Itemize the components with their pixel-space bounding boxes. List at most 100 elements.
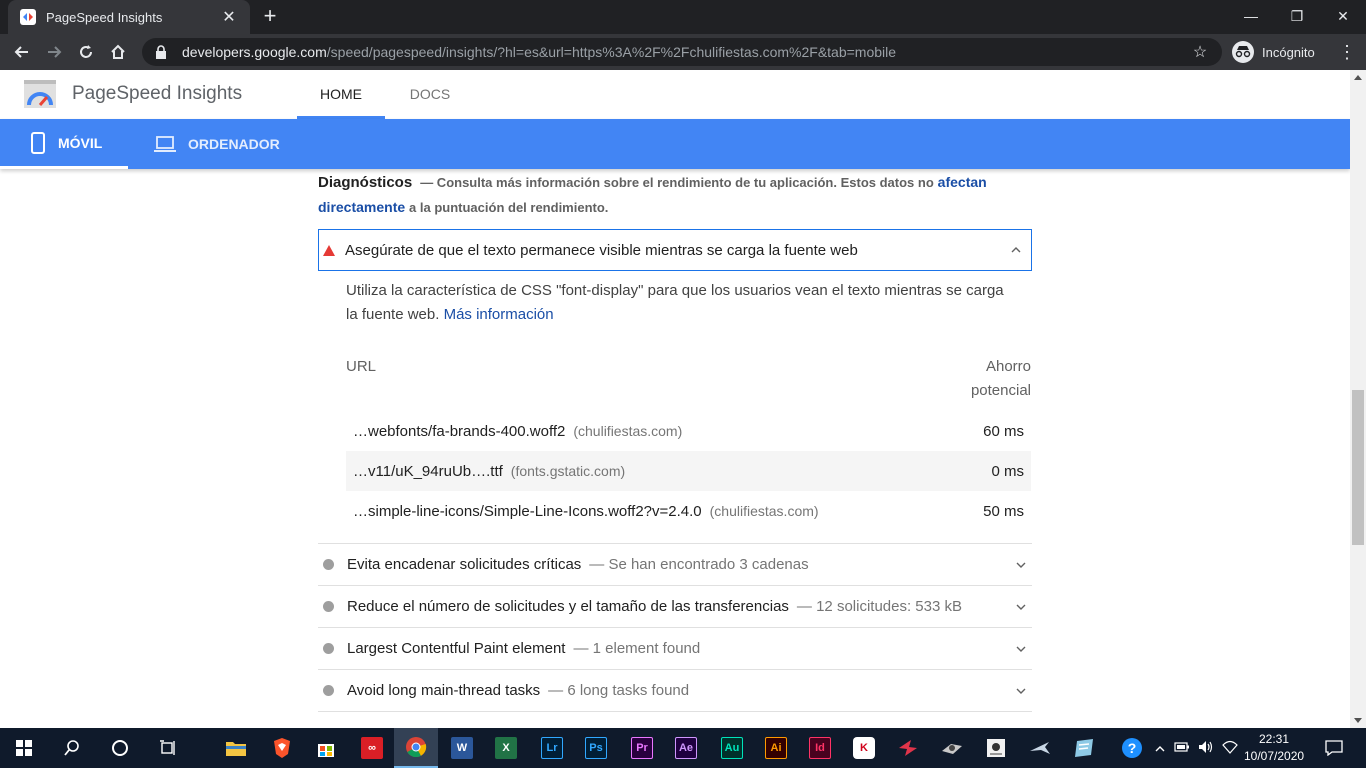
- address-bar[interactable]: developers.google.com/speed/pagespeed/in…: [142, 38, 1222, 66]
- lightroom-icon[interactable]: Lr: [530, 728, 574, 768]
- row-savings: 50 ms: [983, 502, 1024, 520]
- table-row: …v11/uK_94ruUb….ttf (fonts.gstatic.com) 0…: [346, 451, 1031, 491]
- volume-icon[interactable]: [1194, 740, 1218, 757]
- help-icon[interactable]: ?: [1110, 728, 1154, 768]
- back-icon[interactable]: [8, 38, 36, 66]
- scroll-down-icon[interactable]: [1354, 718, 1362, 723]
- premiere-icon[interactable]: Pr: [620, 728, 664, 768]
- audit-description: Utiliza la característica de CSS "font-d…: [346, 282, 1004, 323]
- chevron-down-icon[interactable]: [1016, 688, 1026, 694]
- audit-item-critical-chains[interactable]: Evita encadenar solicitudes críticas — S…: [318, 544, 1032, 586]
- row-host: (chulifiestas.com): [709, 502, 819, 519]
- chrome-icon[interactable]: [394, 728, 438, 768]
- psi-header: PageSpeed Insights HOME DOCS: [0, 70, 1350, 119]
- close-window-icon[interactable]: ✕: [1320, 0, 1366, 32]
- new-tab-icon[interactable]: +: [258, 4, 282, 28]
- system-clock[interactable]: 22:31 10/07/2020: [1244, 731, 1304, 765]
- row-savings: 60 ms: [983, 422, 1024, 440]
- tab-mobile[interactable]: MÓVIL: [0, 119, 128, 169]
- notifications-icon[interactable]: [1312, 728, 1356, 768]
- audit-item-lcp-element[interactable]: Largest Contentful Paint element — 1 ele…: [318, 628, 1032, 670]
- battery-icon[interactable]: [1170, 741, 1194, 755]
- incognito-indicator[interactable]: Incógnito: [1232, 39, 1315, 65]
- row-url: …v11/uK_94ruUb….ttf: [353, 462, 503, 480]
- wifi-icon[interactable]: [1218, 740, 1242, 757]
- info-dot-icon: [323, 601, 334, 612]
- app-certificate-icon[interactable]: [974, 728, 1018, 768]
- learn-more-link[interactable]: Más información: [444, 306, 554, 323]
- app-name: PageSpeed Insights: [72, 83, 243, 104]
- audit-title: Asegúrate de que el texto permanece visi…: [345, 241, 858, 259]
- word-icon[interactable]: W: [440, 728, 484, 768]
- store-icon[interactable]: [304, 728, 348, 768]
- incognito-label: Incógnito: [1262, 44, 1315, 60]
- indesign-icon[interactable]: Id: [798, 728, 842, 768]
- close-tab-icon[interactable]: ✕: [220, 7, 238, 27]
- tab-docs[interactable]: DOCS: [392, 70, 468, 119]
- row-savings: 0 ms: [991, 462, 1024, 480]
- forward-icon[interactable]: [40, 38, 68, 66]
- windows-start-icon[interactable]: [2, 728, 46, 768]
- audit-item-long-tasks[interactable]: Avoid long main-thread tasks — 6 long ta…: [318, 670, 1032, 712]
- row-url: …webfonts/fa-brands-400.woff2: [353, 422, 566, 440]
- app-plane-icon[interactable]: [1018, 728, 1062, 768]
- diagnostics-outro: a la puntuación del rendimiento.: [409, 200, 609, 215]
- app-red-arrow-icon[interactable]: [886, 728, 930, 768]
- chevron-up-tray-icon[interactable]: [1150, 741, 1170, 755]
- more-menu-icon[interactable]: ⋮: [1338, 42, 1356, 62]
- chevron-down-icon[interactable]: [1016, 562, 1026, 568]
- tab-home[interactable]: HOME: [297, 70, 385, 119]
- tab-desktop[interactable]: ORDENADOR: [154, 119, 280, 169]
- home-icon[interactable]: [104, 38, 132, 66]
- app-red-k-icon[interactable]: K: [842, 728, 886, 768]
- audit-font-display-header[interactable]: Asegúrate de que el texto permanece visi…: [318, 229, 1032, 271]
- reload-icon[interactable]: [72, 38, 100, 66]
- audit-list: Evita encadenar solicitudes críticas — S…: [318, 543, 1032, 712]
- illustrator-icon[interactable]: Ai: [754, 728, 798, 768]
- brave-browser-icon[interactable]: [260, 728, 304, 768]
- bookmark-star-icon[interactable]: ☆: [1190, 42, 1210, 62]
- windows-taskbar: ∞ W X Lr Ps Pr Ae Au Ai Id K ? 22:31 10/…: [0, 728, 1366, 768]
- chevron-up-icon[interactable]: [1009, 243, 1023, 257]
- app-notes-icon[interactable]: [1062, 728, 1106, 768]
- audition-icon[interactable]: Au: [710, 728, 754, 768]
- row-host: (fonts.gstatic.com): [510, 462, 626, 479]
- chevron-down-icon[interactable]: [1016, 604, 1026, 610]
- savings-table: URL Ahorro potencial …webfonts/fa-brands-…: [346, 355, 1031, 531]
- task-view-icon[interactable]: [146, 728, 190, 768]
- photoshop-icon[interactable]: Ps: [574, 728, 618, 768]
- lock-icon: [156, 45, 166, 59]
- system-tray: [1150, 728, 1242, 768]
- cortana-icon[interactable]: [98, 728, 142, 768]
- search-icon[interactable]: [50, 728, 94, 768]
- page-scrollbar[interactable]: [1350, 70, 1366, 728]
- info-dot-icon: [323, 643, 334, 654]
- excel-icon[interactable]: X: [484, 728, 528, 768]
- creative-cloud-icon[interactable]: ∞: [350, 728, 394, 768]
- table-row: …webfonts/fa-brands-400.woff2 (chulifiest…: [346, 411, 1031, 451]
- tab-title: PageSpeed Insights: [46, 9, 163, 25]
- restore-icon[interactable]: ❐: [1274, 0, 1320, 32]
- svg-text:?: ?: [1128, 740, 1137, 756]
- table-row: …simple-line-icons/Simple-Line-Icons.wof…: [346, 491, 1031, 531]
- laptop-icon: [154, 136, 176, 152]
- scrollbar-thumb[interactable]: [1352, 390, 1364, 545]
- col-savings: Ahorro potencial: [970, 358, 1031, 399]
- info-dot-icon: [323, 685, 334, 696]
- pagespeed-logo-icon: [24, 80, 56, 108]
- app-tool-icon[interactable]: [930, 728, 974, 768]
- row-url: …simple-line-icons/Simple-Line-Icons.wof…: [353, 502, 702, 520]
- scroll-up-icon[interactable]: [1354, 75, 1362, 80]
- url-text: developers.google.com/speed/pagespeed/in…: [182, 44, 897, 60]
- audit-item-resource-summary[interactable]: Reduce el número de solicitudes y el tam…: [318, 586, 1032, 628]
- incognito-icon: [1232, 41, 1254, 63]
- info-dot-icon: [323, 559, 334, 570]
- clock-time: 22:31: [1258, 732, 1290, 746]
- file-explorer-icon[interactable]: [214, 728, 258, 768]
- browser-tab[interactable]: PageSpeed Insights ✕: [8, 0, 250, 34]
- col-url: URL: [346, 358, 377, 375]
- minimize-icon[interactable]: —: [1228, 0, 1274, 32]
- diagnostics-intro: — Consulta más información sobre el rend…: [420, 175, 934, 190]
- after-effects-icon[interactable]: Ae: [664, 728, 708, 768]
- chevron-down-icon[interactable]: [1016, 646, 1026, 652]
